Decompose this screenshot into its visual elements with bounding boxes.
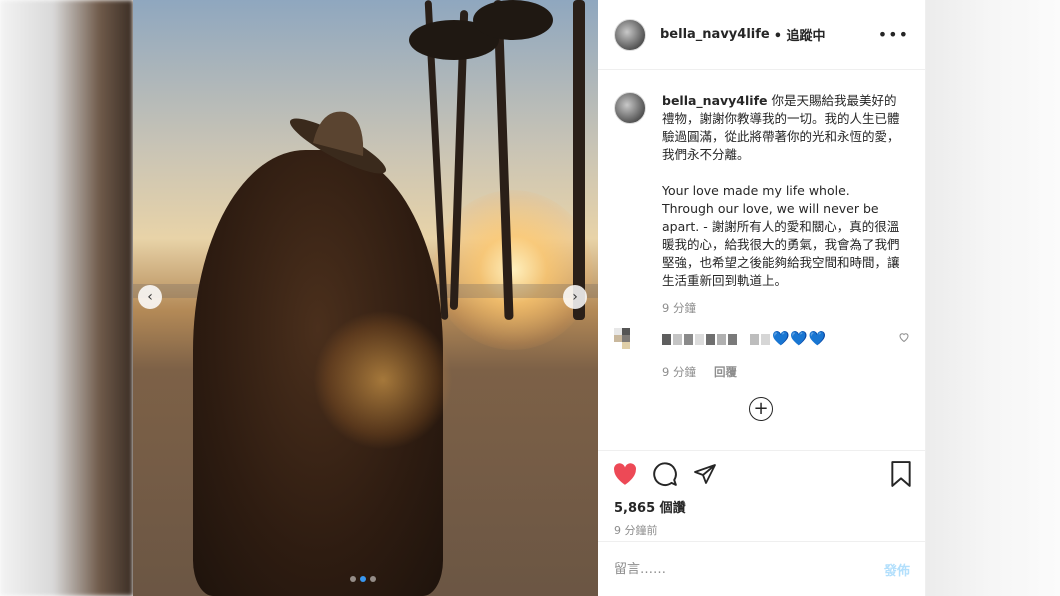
posted-time: 9 分鐘前 <box>614 524 658 537</box>
carousel-dot <box>370 576 376 582</box>
post-actions: 5,865 個讚 9 分鐘前 <box>598 450 926 538</box>
post-side-panel: bella_navy4life • 追蹤中 ••• bella_navy4lif… <box>598 0 926 596</box>
caption-body: 你是天賜給我最美好的禮物，謝謝你教導我的一切。我的人生已體驗過圓滿，從此將帶著你… <box>662 93 900 288</box>
avatar[interactable] <box>614 18 646 51</box>
carousel-dots <box>350 576 376 582</box>
small-heart-icon[interactable] <box>898 331 910 347</box>
likes-count[interactable]: 5,865 個讚 <box>614 497 912 516</box>
pixelated-username <box>662 333 770 345</box>
caption-time: 9 分鐘 <box>662 301 696 315</box>
caption-username[interactable]: bella_navy4life <box>662 93 768 108</box>
comment-row: 💙💙💙 <box>614 328 910 350</box>
chevron-right-icon: › <box>572 289 578 305</box>
chevron-left-icon: ‹ <box>147 289 153 305</box>
palm-fronds <box>473 0 553 40</box>
comment-text: 💙💙💙 <box>772 331 828 347</box>
reply-button[interactable]: 回覆 <box>714 364 737 380</box>
share-icon[interactable] <box>692 462 718 486</box>
palm-trunk <box>573 0 585 320</box>
lens-flare <box>313 310 453 450</box>
background-blur-left <box>0 0 133 596</box>
add-comment-bar: 發佈 <box>598 541 926 596</box>
avatar[interactable] <box>614 92 646 124</box>
following-status[interactable]: • 追蹤中 <box>774 25 826 44</box>
pixelated-avatar <box>614 328 646 350</box>
post-header: bella_navy4life • 追蹤中 ••• <box>598 0 925 70</box>
plus-circle-icon[interactable]: + <box>749 397 773 421</box>
comment-meta: 9 分鐘 回覆 <box>662 364 910 380</box>
carousel-dot-active <box>360 576 366 582</box>
action-icons <box>612 461 912 487</box>
post-comment-button[interactable]: 發佈 <box>884 560 910 579</box>
bookmark-icon[interactable] <box>890 461 912 487</box>
caption: bella_navy4life 你是天賜給我最美好的禮物，謝謝你教導我的一切。我… <box>614 92 910 290</box>
prev-photo-button[interactable]: ‹ <box>138 285 162 309</box>
comment-icon[interactable] <box>652 461 678 487</box>
background-blur-right <box>926 0 1060 596</box>
header-username[interactable]: bella_navy4life <box>660 27 770 42</box>
comment-time: 9 分鐘 <box>662 365 696 379</box>
hat <box>289 111 387 174</box>
instagram-post-view: ‹ › bella_navy4life • 追蹤中 ••• bella_navy… <box>0 0 1060 596</box>
carousel-dot <box>350 576 356 582</box>
next-photo-button[interactable]: › <box>563 285 587 309</box>
comments-section: bella_navy4life 你是天賜給我最美好的禮物，謝謝你教導我的一切。我… <box>598 70 926 450</box>
heart-icon[interactable] <box>612 462 638 486</box>
comment-input[interactable] <box>614 561 884 577</box>
post-photo[interactable]: ‹ › <box>133 0 598 596</box>
more-icon[interactable]: ••• <box>878 25 909 44</box>
caption-text: bella_navy4life 你是天賜給我最美好的禮物，謝謝你教導我的一切。我… <box>662 92 902 290</box>
